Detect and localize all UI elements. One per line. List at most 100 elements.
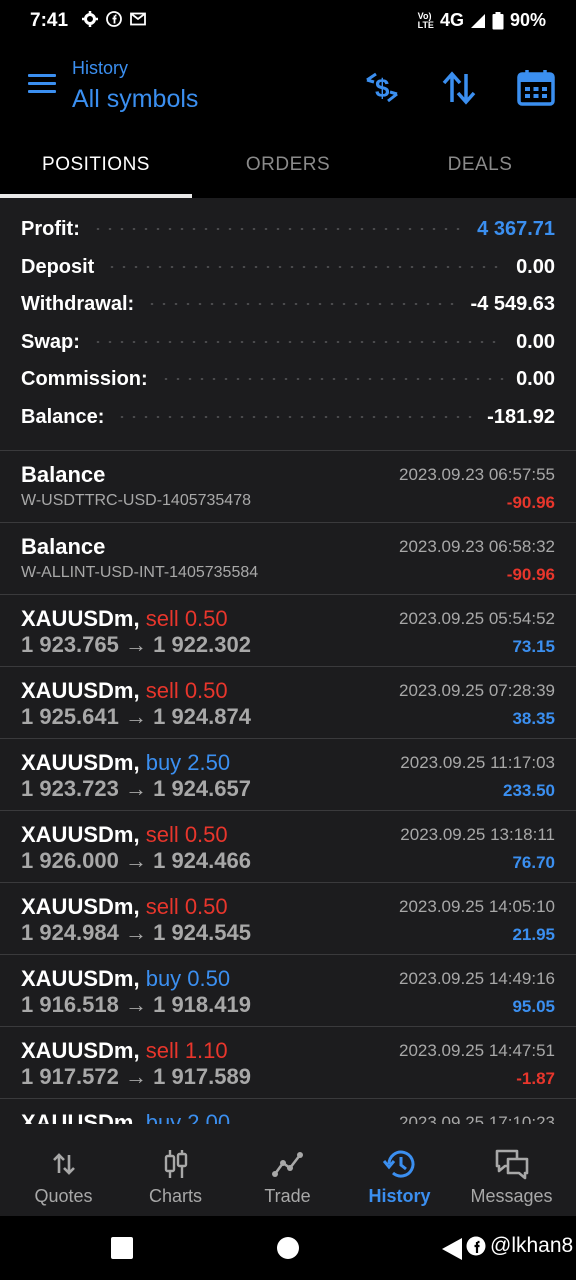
item-date: 2023.09.25 11:17:03 (400, 753, 555, 772)
list-item[interactable]: XAUUSDm, sell 0.50 1 924.984 → 1 924.545… (0, 882, 576, 954)
item-title: XAUUSDm, sell 0.50 (21, 606, 228, 632)
system-navigation-bar: @lkhan8 (0, 1216, 576, 1280)
nav-label: Quotes (34, 1186, 93, 1206)
list-item[interactable]: XAUUSDm, sell 0.50 1 923.765 → 1 922.302… (0, 594, 576, 666)
summary-value: -181.92 (487, 405, 555, 428)
item-amount: 233.50 (503, 781, 555, 800)
recents-button[interactable] (111, 1237, 133, 1259)
symbol-selector[interactable]: All symbols (72, 85, 198, 114)
item-title: XAUUSDm, sell 0.50 (21, 894, 228, 920)
nav-label: Charts (148, 1186, 202, 1206)
volte-icon: Vo) LTE (417, 10, 434, 30)
item-title: XAUUSDm, sell 1.10 (21, 1038, 228, 1064)
tab-orders[interactable]: ORDERS (192, 132, 384, 198)
summary-row-deposit: Deposit 0.00 (21, 252, 555, 282)
list-item[interactable]: XAUUSDm, buy 0.50 1 916.518 → 1 918.419 … (0, 954, 576, 1026)
nav-label: Messages (470, 1186, 553, 1206)
summary-label: Withdrawal: (21, 292, 135, 315)
summary-row-commission: Commission: 0.00 (21, 364, 555, 394)
item-title: XAUUSDm, buy 2.50 (21, 750, 230, 776)
item-comment: W-ALLINT-USD-INT-1405735584 (21, 564, 259, 581)
item-side: sell 0.50 (145, 894, 228, 919)
item-prices: 1 925.641 → 1 924.874 (21, 704, 251, 729)
history-tabs: POSITIONS ORDERS DEALS (0, 132, 576, 198)
summary-row-profit: Profit: 4 367.71 (21, 214, 555, 244)
home-button[interactable] (277, 1237, 299, 1259)
back-icon[interactable] (440, 1237, 464, 1261)
battery-label: 90% (509, 10, 546, 30)
list-item[interactable]: XAUUSDm, sell 1.10 1 917.572 → 1 917.589… (0, 1026, 576, 1098)
list-item[interactable]: XAUUSDm, buy 2.00 2023.09.25 17:10:23 (0, 1098, 576, 1125)
item-amount: 95.05 (512, 997, 555, 1016)
summary-label: Commission: (21, 367, 148, 390)
signal-icon (470, 13, 485, 28)
nav-quotes[interactable]: Quotes (6, 1124, 121, 1216)
summary-value: -4 549.63 (470, 292, 555, 315)
sort-button[interactable] (437, 66, 481, 110)
menu-icon[interactable] (28, 74, 56, 94)
item-date: 2023.09.25 14:05:10 (399, 897, 555, 916)
item-date: 2023.09.25 14:49:16 (399, 969, 555, 988)
filter-dollar-button[interactable]: $ (360, 66, 404, 110)
item-prices: 1 923.765 → 1 922.302 (21, 632, 251, 657)
item-symbol: XAUUSDm, (21, 678, 140, 703)
item-side: buy 2.00 (145, 1110, 231, 1125)
list-item[interactable]: XAUUSDm, sell 0.50 1 926.000 → 1 924.466… (0, 810, 576, 882)
item-side: buy 2.50 (145, 750, 231, 775)
summary-row-swap: Swap: 0.00 (21, 327, 555, 357)
list-item[interactable]: XAUUSDm, sell 0.50 1 925.641 → 1 924.874… (0, 666, 576, 738)
battery-icon (492, 11, 504, 29)
app-header: History All symbols $ (0, 42, 576, 132)
item-side: sell 0.50 (145, 822, 228, 847)
item-prices: 1 917.572 → 1 917.589 (21, 1064, 251, 1089)
summary-label: Profit: (21, 217, 80, 240)
network-label: 4G (439, 10, 464, 30)
calendar-button[interactable] (514, 66, 558, 110)
tab-deals[interactable]: DEALS (384, 132, 576, 198)
item-title: XAUUSDm, buy 2.00 (21, 1110, 230, 1125)
item-date: 2023.09.23 06:58:32 (399, 537, 555, 556)
list-item[interactable]: Balance W-ALLINT-USD-INT-1405735584 2023… (0, 522, 576, 594)
messages-icon (495, 1149, 528, 1180)
nav-messages[interactable]: Messages (454, 1124, 569, 1216)
settings-icon (82, 11, 98, 27)
summary-label: Swap: (21, 330, 80, 353)
summary-label: Deposit (21, 255, 95, 278)
summary-panel: Profit: 4 367.71 Deposit 0.00 Withdrawal… (0, 198, 576, 450)
summary-row-balance: Balance: -181.92 (21, 402, 555, 432)
item-amount: 38.35 (512, 709, 555, 728)
item-amount: 21.95 (512, 925, 555, 944)
summary-value: 0.00 (516, 330, 555, 353)
item-date: 2023.09.23 06:57:55 (399, 465, 555, 484)
svg-text:$: $ (375, 73, 390, 103)
item-comment: W-USDTTRC-USD-1405735478 (21, 492, 251, 509)
header-subtitle: History (72, 58, 129, 78)
nav-trade[interactable]: Trade (230, 1124, 345, 1216)
item-symbol: XAUUSDm, (21, 750, 140, 775)
item-side: buy 0.50 (145, 966, 231, 991)
facebook-icon (106, 11, 122, 27)
item-title: Balance (21, 462, 106, 487)
summary-label: Balance: (21, 405, 105, 428)
summary-row-withdrawal: Withdrawal: -4 549.63 (21, 289, 555, 319)
watermark: @lkhan8 (466, 1234, 573, 1258)
calendar-icon (517, 70, 555, 106)
list-item[interactable]: XAUUSDm, buy 2.50 1 923.723 → 1 924.657 … (0, 738, 576, 810)
facebook-icon (466, 1236, 486, 1256)
item-prices: 1 916.518 → 1 918.419 (21, 992, 251, 1017)
item-title: XAUUSDm, buy 0.50 (21, 966, 230, 992)
history-icon (382, 1150, 414, 1178)
item-amount: -90.96 (506, 565, 555, 584)
item-side: sell 1.10 (145, 1038, 228, 1063)
item-title: XAUUSDm, sell 0.50 (21, 678, 228, 704)
item-date: 2023.09.25 14:47:51 (399, 1041, 555, 1060)
nav-charts[interactable]: Charts (118, 1124, 233, 1216)
item-symbol: XAUUSDm, (21, 1038, 140, 1063)
tab-positions[interactable]: POSITIONS (0, 132, 192, 198)
list-item[interactable]: Balance W-USDTTRC-USD-1405735478 2023.09… (0, 450, 576, 522)
sort-icon (442, 71, 476, 105)
summary-value: 0.00 (516, 255, 555, 278)
nav-history[interactable]: History (342, 1124, 457, 1216)
item-symbol: XAUUSDm, (21, 1110, 140, 1125)
item-symbol: XAUUSDm, (21, 966, 140, 991)
